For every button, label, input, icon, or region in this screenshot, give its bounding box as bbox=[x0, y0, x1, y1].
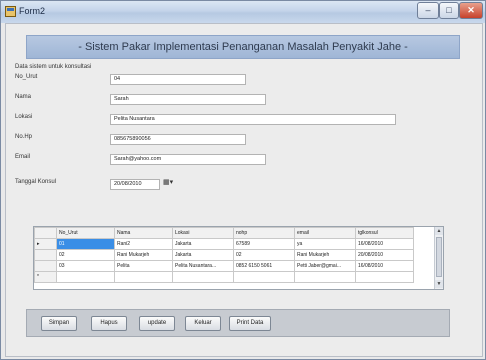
table-cell[interactable]: 02 bbox=[56, 249, 115, 261]
update-button[interactable]: update bbox=[139, 316, 175, 331]
nama-label: Nama bbox=[15, 94, 32, 100]
row-header[interactable] bbox=[34, 249, 57, 261]
maximize-button[interactable]: □ bbox=[439, 2, 459, 19]
no-urut-field[interactable]: 04 bbox=[110, 74, 246, 85]
app-icon bbox=[5, 6, 16, 17]
table-cell[interactable]: 67589 bbox=[233, 238, 295, 250]
row-header[interactable] bbox=[34, 260, 57, 272]
table-cell[interactable] bbox=[114, 271, 173, 283]
table-cell[interactable]: 16/08/2010 bbox=[355, 238, 414, 250]
table-row[interactable]: ▸ 01 Rani2 Jakarta 67589 ya 16/08/2010 bbox=[34, 238, 414, 250]
scroll-thumb[interactable] bbox=[436, 237, 442, 277]
table-row[interactable]: 02 Rani Mukarjeh Jakarta 02 Rani Mukarje… bbox=[34, 249, 414, 261]
form-client-area: - Sistem Pakar Implementasi Penanganan M… bbox=[5, 23, 483, 357]
row-indicator[interactable]: ▸ bbox=[34, 238, 57, 250]
table-cell[interactable]: 20/08/2010 bbox=[355, 249, 414, 261]
table-cell[interactable]: Pelita bbox=[114, 260, 173, 272]
column-header-tglkonsul[interactable]: tglkonsul bbox=[355, 227, 414, 239]
tanggal-label: Tanggal Konsul bbox=[15, 179, 57, 185]
scroll-down-icon[interactable]: ▼ bbox=[435, 280, 443, 288]
table-cell[interactable] bbox=[355, 271, 414, 283]
nama-field[interactable]: Sarah bbox=[110, 94, 266, 105]
table-cell[interactable]: Rani2 bbox=[114, 238, 173, 250]
column-header-email[interactable]: email bbox=[294, 227, 356, 239]
new-row[interactable]: * bbox=[34, 271, 414, 283]
page-title: - Sistem Pakar Implementasi Penanganan M… bbox=[78, 41, 408, 53]
new-row-indicator[interactable]: * bbox=[34, 271, 57, 283]
table-cell[interactable]: ya bbox=[294, 238, 356, 250]
column-header-nama[interactable]: Nama bbox=[114, 227, 173, 239]
table-cell[interactable] bbox=[56, 271, 115, 283]
nohp-field[interactable]: 085675890056 bbox=[110, 134, 246, 145]
header-banner: - Sistem Pakar Implementasi Penanganan M… bbox=[26, 35, 460, 59]
grid-corner-cell bbox=[34, 227, 57, 239]
table-cell[interactable]: 03 bbox=[56, 260, 115, 272]
table-cell[interactable]: 01 bbox=[56, 238, 115, 250]
nohp-label: No.Hp bbox=[15, 134, 33, 140]
button-panel: Simpan Hapus update Keluar Print Data bbox=[26, 309, 450, 337]
vertical-scrollbar[interactable]: ▲ ▼ bbox=[434, 227, 443, 289]
table-cell[interactable]: Jakarta bbox=[172, 238, 234, 250]
column-header-nohp[interactable]: nohp bbox=[233, 227, 295, 239]
grid-header-row: No_Urut Nama Lokasi nohp email tglkonsul bbox=[34, 227, 414, 239]
email-field[interactable]: Sarah@yahoo.com bbox=[110, 154, 266, 165]
title-bar[interactable]: Form2 – □ ✕ bbox=[1, 1, 485, 23]
hapus-button[interactable]: Hapus bbox=[91, 316, 127, 331]
lokasi-label: Lokasi bbox=[15, 114, 33, 120]
table-cell[interactable]: Pelita Nusantara... bbox=[172, 260, 234, 272]
simpan-button[interactable]: Simpan bbox=[41, 316, 77, 331]
table-cell[interactable] bbox=[294, 271, 356, 283]
keluar-button[interactable]: Keluar bbox=[185, 316, 221, 331]
close-button[interactable]: ✕ bbox=[459, 2, 483, 19]
email-label: Email bbox=[15, 154, 31, 160]
table-cell[interactable]: Rani Mukarjeh bbox=[114, 249, 173, 261]
table-cell[interactable] bbox=[172, 271, 234, 283]
app-window: Form2 – □ ✕ - Sistem Pakar Implementasi … bbox=[0, 0, 486, 360]
table-cell[interactable]: Petti Jaber@gmai... bbox=[294, 260, 356, 272]
tanggal-field[interactable]: 20/08/2010 bbox=[110, 179, 160, 190]
table-row[interactable]: 03 Pelita Pelita Nusantara... 0852 6150 … bbox=[34, 260, 414, 272]
scroll-up-icon[interactable]: ▲ bbox=[435, 227, 443, 235]
no-urut-label: No_Urut bbox=[15, 74, 38, 80]
column-header-no-urut[interactable]: No_Urut bbox=[56, 227, 115, 239]
print-data-button[interactable]: Print Data bbox=[229, 316, 271, 331]
section-label: Data sistem untuk konsultasi bbox=[15, 64, 92, 70]
minimize-button[interactable]: – bbox=[417, 2, 439, 19]
table-cell[interactable]: 16/08/2010 bbox=[355, 260, 414, 272]
table-cell[interactable]: Jakarta bbox=[172, 249, 234, 261]
column-header-lokasi[interactable]: Lokasi bbox=[172, 227, 234, 239]
calendar-dropdown-icon[interactable]: ▦▾ bbox=[163, 178, 173, 186]
table-cell[interactable]: 0852 6150 5061 bbox=[233, 260, 295, 272]
table-cell[interactable]: Rani Mukarjeh bbox=[294, 249, 356, 261]
window-title: Form2 bbox=[19, 6, 46, 16]
table-cell[interactable]: 02 bbox=[233, 249, 295, 261]
table-cell[interactable] bbox=[233, 271, 295, 283]
lokasi-field[interactable]: Pelita Nusantara bbox=[110, 114, 396, 125]
data-grid[interactable]: No_Urut Nama Lokasi nohp email tglkonsul… bbox=[33, 226, 444, 290]
